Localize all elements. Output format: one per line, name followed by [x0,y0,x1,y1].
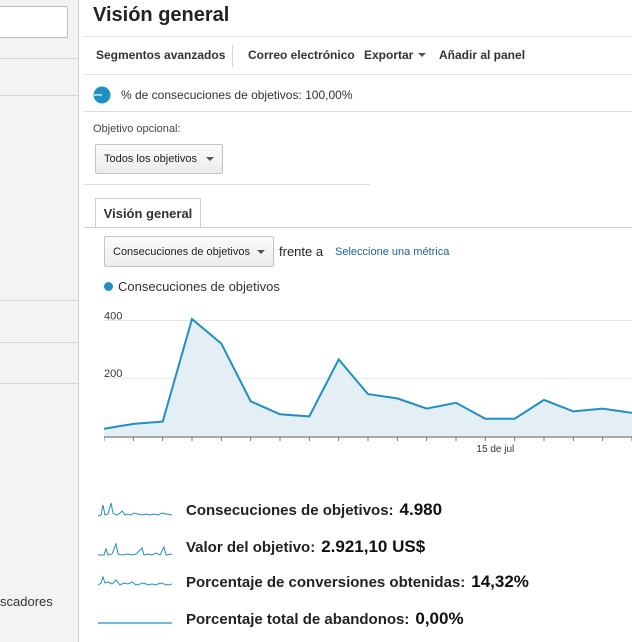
summary-label: Porcentaje de conversiones obtenidas: [186,573,466,591]
toolbar-separator [232,45,233,67]
summary-row: Porcentaje total de abandonos: 0,00% [98,604,632,634]
summary-row: Valor del objetivo: 2.921,10 US$ [98,532,632,562]
summary-value: 2.921,10 US$ [321,537,426,556]
sidebar-item-label[interactable]: scadores [0,594,53,609]
sparkline-icon [98,622,172,624]
optional-goal-label: Objetivo opcional: [93,123,181,135]
metric-select-value: Consecuciones de objetivos [113,245,250,258]
sidebar-divider [0,342,78,343]
toolbar: Segmentos avanzados Correo electrónico E… [84,36,632,75]
sidebar-divider [0,383,78,384]
series-area [104,319,632,436]
select-metric-link[interactable]: Seleccione una métrica [335,246,449,258]
legend-label: Consecuciones de objetivos [118,279,280,294]
summary-value: 0,00% [415,609,464,628]
divider [84,184,370,185]
summary-label: Valor del objetivo: [186,538,316,556]
tab-underline [84,227,632,228]
summary-label: Consecuciones de objetivos: [186,501,394,519]
versus-text: frente a [279,244,324,259]
goal-completion-summary: % de consecuciones de objetivos: 100,00% [93,86,353,104]
goal-select-value: Todos los objetivos [104,153,197,165]
summary-value: 4.980 [399,500,443,519]
page-title: Visión general [93,4,230,26]
goal-select-dropdown[interactable]: Todos los objetivos [95,144,223,174]
y-tick-label: 400 [104,310,122,322]
sidebar-divider [0,300,78,301]
chevron-down-icon [257,249,265,254]
goal-completion-label: % de consecuciones de objetivos: 100,00% [121,88,353,102]
goal-completions-chart: 400 200 15 de jul [104,310,632,455]
summary-row: Porcentaje de conversiones obtenidas: 14… [98,567,632,597]
sparkline-icon [98,575,172,586]
sidebar-search-input[interactable] [0,6,68,38]
divider [84,111,632,112]
y-tick-label: 200 [104,368,122,380]
tab-overview[interactable]: Visión general [95,198,201,228]
sidebar-divider [0,58,78,59]
email-button[interactable]: Correo electrónico [248,48,355,62]
left-sidebar: scadores [0,0,79,642]
summary-value: 14,32% [471,572,529,591]
chevron-down-icon [418,53,427,57]
sidebar-divider [0,95,78,96]
legend-marker [104,282,113,291]
chart-legend: Consecuciones de objetivos [104,279,280,294]
sparkline-icon [98,542,172,556]
summary-row: Consecuciones de objetivos: 4.980 [98,495,632,525]
tab-label: Visión general [103,206,193,221]
export-label: Exportar [364,48,414,62]
x-tick-label: 15 de jul [476,444,514,455]
main-content: Visión general Segmentos avanzados Corre… [84,0,632,642]
summary-label: Porcentaje total de abandonos: [186,610,410,628]
export-button[interactable]: Exportar [364,48,427,62]
metric-select-dropdown[interactable]: Consecuciones de objetivos [104,236,274,267]
add-to-dashboard-button[interactable]: Añadir al panel [439,48,525,62]
advanced-segments-button[interactable]: Segmentos avanzados [96,48,225,62]
pie-chart-icon [93,86,111,104]
sparkline-icon [98,502,172,517]
chevron-down-icon [206,157,214,161]
